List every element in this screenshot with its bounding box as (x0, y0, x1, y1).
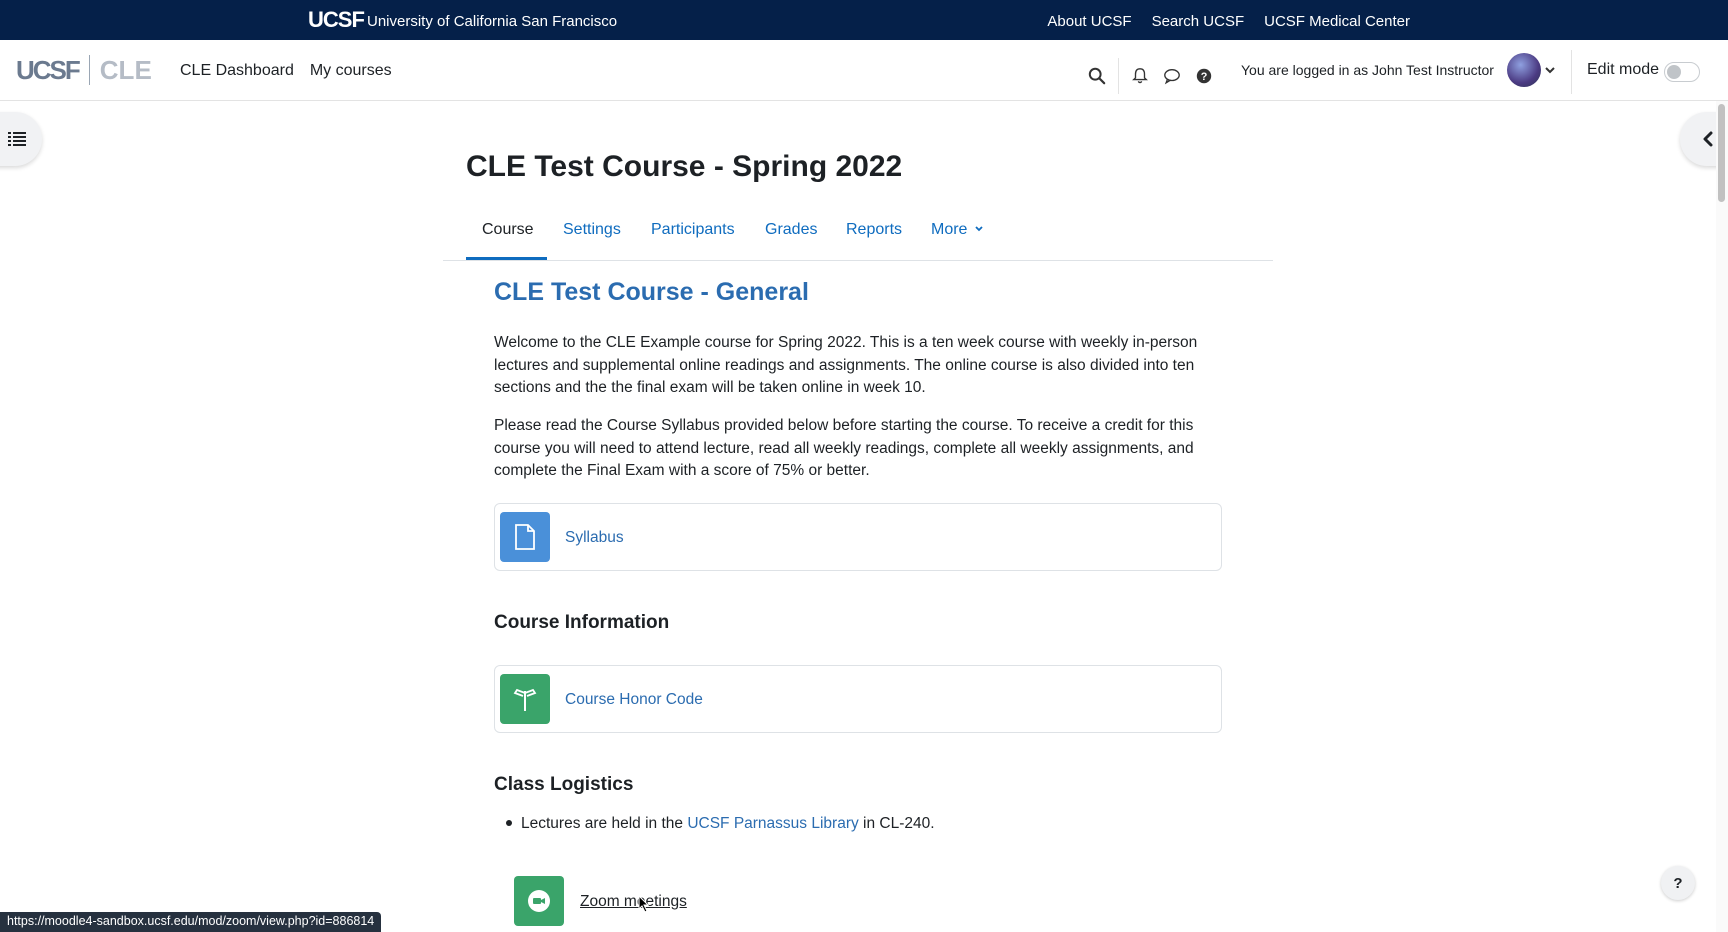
intro-line: Welcome to the CLE Example course for Sp… (494, 334, 1198, 351)
file-icon[interactable] (500, 512, 550, 562)
about-ucsf-link[interactable]: About UCSF (1047, 13, 1131, 30)
tab-grades[interactable]: Grades (765, 221, 817, 239)
course-tabs: Course Settings Participants Grades Repo… (443, 215, 1273, 261)
tab-more[interactable]: More (931, 221, 984, 239)
navbar-divider (1571, 50, 1572, 94)
chevron-down-icon (975, 226, 983, 232)
question-icon[interactable]: ? (1193, 65, 1215, 87)
requirements-line: complete the Final Exam with a score of … (494, 462, 870, 479)
chevron-down-icon[interactable] (1544, 64, 1556, 76)
section-title[interactable]: CLE Test Course - General (494, 278, 809, 307)
course-information-heading: Course Information (494, 612, 670, 633)
nav-divider (1118, 58, 1119, 94)
svg-text:?: ? (1201, 71, 1208, 83)
bullet-text-prefix: Lectures are held in the (521, 815, 688, 832)
tab-reports[interactable]: Reports (846, 221, 902, 239)
honor-code-activity: Course Honor Code (494, 665, 1222, 733)
chevron-left-icon (1703, 131, 1713, 147)
intro-paragraph: Welcome to the CLE Example course for Sp… (494, 332, 1224, 400)
intro-line: lectures and supplemental online reading… (494, 356, 1195, 374)
honor-code-link[interactable]: Course Honor Code (565, 691, 703, 709)
page-title: CLE Test Course - Spring 2022 (466, 150, 903, 183)
ucsf-top-bar: UCSF University of California San Franci… (0, 0, 1728, 40)
nav-cle-dashboard[interactable]: CLE Dashboard (180, 62, 294, 80)
list-item: Lectures are held in the UCSF Parnassus … (506, 815, 935, 833)
syllabus-link[interactable]: Syllabus (565, 529, 624, 547)
user-avatar[interactable] (1507, 53, 1541, 87)
list-icon (8, 132, 26, 146)
tab-course[interactable]: Course (482, 221, 534, 239)
requirements-line: course you will need to attend lecture, … (494, 439, 1194, 457)
toggle-knob (1667, 65, 1681, 79)
brand-separator (88, 55, 90, 85)
nav-my-courses[interactable]: My courses (310, 62, 392, 80)
login-info: You are logged in as John Test Instructo… (1241, 62, 1494, 78)
chat-icon[interactable] (1161, 65, 1183, 87)
edit-mode-label: Edit mode (1587, 61, 1660, 78)
main-navbar: UCSF CLE CLE Dashboard My courses ? You … (0, 40, 1728, 101)
tab-settings[interactable]: Settings (563, 221, 621, 239)
status-bar-url: https://moodle4-sandbox.ucsf.edu/mod/zoo… (0, 912, 382, 932)
mouse-pointer-icon (638, 895, 650, 913)
video-icon[interactable] (514, 876, 564, 926)
bullet-text-suffix: in CL-240. (858, 815, 935, 832)
requirements-paragraph: Please read the Course Syllabus provided… (494, 415, 1224, 483)
scrollbar-thumb[interactable] (1718, 104, 1725, 202)
brand-cle: CLE (99, 54, 152, 85)
ucsf-medical-center-link[interactable]: UCSF Medical Center (1264, 13, 1410, 30)
bell-icon[interactable] (1129, 65, 1151, 87)
brand-ucsf: UCSF (16, 54, 81, 85)
ucsf-links: About UCSF Search UCSF UCSF Medical Cent… (1047, 13, 1410, 30)
open-course-index-button[interactable] (0, 112, 42, 166)
primary-navigation: CLE Dashboard My courses (180, 62, 392, 80)
search-icon[interactable] (1086, 65, 1108, 87)
tab-participants[interactable]: Participants (651, 221, 735, 239)
nav-icons: ? (1086, 58, 1215, 94)
parnassus-library-link[interactable]: UCSF Parnassus Library (687, 815, 858, 832)
signpost-icon[interactable] (500, 674, 550, 724)
university-name[interactable]: University of California San Francisco (367, 13, 617, 30)
bullet-dot (506, 819, 512, 826)
edit-mode-toggle[interactable] (1664, 62, 1700, 82)
syllabus-activity: Syllabus (494, 503, 1222, 571)
class-logistics-heading: Class Logistics (494, 774, 634, 795)
intro-line: sections and the the final exam will be … (494, 379, 926, 396)
scrollbar-track[interactable] (1716, 101, 1728, 932)
tab-more-label: More (931, 221, 968, 238)
site-brand[interactable]: UCSF CLE (16, 54, 152, 86)
ucsf-logo[interactable]: UCSF (308, 7, 365, 33)
requirements-line: Please read the Course Syllabus provided… (494, 417, 1194, 434)
help-button[interactable]: ? (1661, 866, 1695, 900)
search-ucsf-link[interactable]: Search UCSF (1152, 13, 1245, 30)
active-tab-indicator (466, 257, 547, 260)
zoom-meetings-link[interactable]: Zoom meetings (580, 893, 687, 911)
